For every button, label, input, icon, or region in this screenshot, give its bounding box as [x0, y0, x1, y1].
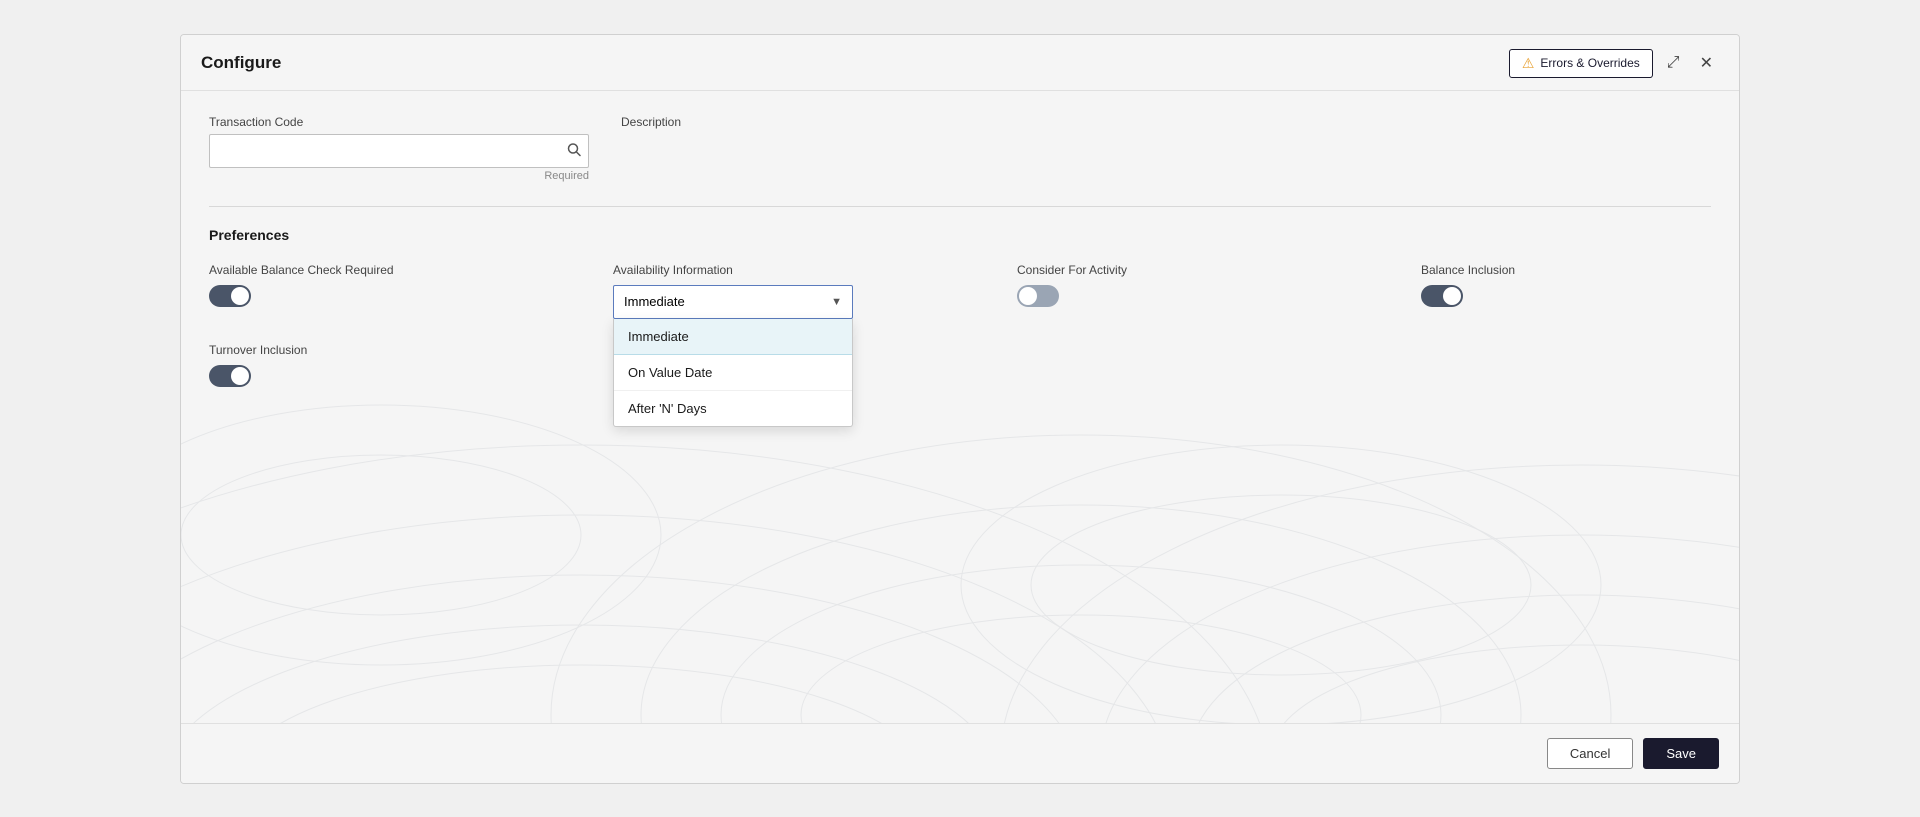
dropdown-item-value-date[interactable]: On Value Date — [614, 355, 852, 391]
preferences-row1: Available Balance Check Required Availab… — [209, 263, 1711, 319]
dropdown-arrow-icon: ▼ — [831, 296, 842, 308]
available-balance-pref: Available Balance Check Required — [209, 263, 589, 307]
modal-body: Transaction Code Required Description — [181, 91, 1739, 723]
availability-info-dropdown-wrapper: Immediate ▼ Immediate On Value Date Afte… — [613, 285, 993, 319]
close-button[interactable]: ✕ — [1694, 49, 1719, 77]
availability-info-label: Availability Information — [613, 263, 993, 277]
availability-dropdown-menu: Immediate On Value Date After 'N' Days — [613, 319, 853, 427]
available-balance-toggle-knob — [231, 287, 249, 305]
turnover-inclusion-toggle[interactable] — [209, 365, 251, 387]
description-field: Description — [621, 115, 1711, 182]
transaction-code-input[interactable] — [209, 134, 589, 168]
cancel-button[interactable]: Cancel — [1547, 738, 1633, 769]
consider-activity-pref: Consider For Activity — [1017, 263, 1397, 307]
balance-inclusion-pref: Balance Inclusion — [1421, 263, 1711, 307]
required-label: Required — [209, 170, 589, 182]
errors-overrides-button[interactable]: ⚠ Errors & Overrides — [1509, 49, 1653, 78]
available-balance-label: Available Balance Check Required — [209, 263, 589, 277]
consider-activity-toggle[interactable] — [1017, 285, 1059, 307]
modal-footer: Cancel Save — [181, 723, 1739, 783]
close-icon: ✕ — [1700, 53, 1713, 73]
consider-activity-label: Consider For Activity — [1017, 263, 1397, 277]
transaction-code-label: Transaction Code — [209, 115, 589, 129]
modal-header: Configure ⚠ Errors & Overrides ⤢ ✕ — [181, 35, 1739, 91]
available-balance-toggle[interactable] — [209, 285, 251, 307]
errors-button-label: Errors & Overrides — [1540, 56, 1639, 70]
dropdown-item-n-days[interactable]: After 'N' Days — [614, 391, 852, 426]
transaction-code-input-wrapper — [209, 134, 589, 168]
description-value-display — [621, 134, 1711, 168]
balance-inclusion-toggle[interactable] — [1421, 285, 1463, 307]
modal-title: Configure — [201, 53, 281, 73]
maximize-icon: ⤢ — [1667, 54, 1680, 72]
availability-info-pref: Availability Information Immediate ▼ Imm… — [613, 263, 993, 319]
warning-icon: ⚠ — [1522, 55, 1535, 72]
description-label: Description — [621, 115, 1711, 129]
preferences-row2: Turnover Inclusion — [209, 343, 1711, 387]
transaction-form-row: Transaction Code Required Description — [209, 115, 1711, 182]
balance-inclusion-toggle-knob — [1443, 287, 1461, 305]
turnover-inclusion-toggle-knob — [231, 367, 249, 385]
header-actions: ⚠ Errors & Overrides ⤢ ✕ — [1509, 49, 1719, 78]
dropdown-item-immediate[interactable]: Immediate — [614, 319, 852, 355]
availability-selected-value: Immediate — [624, 294, 685, 309]
maximize-button[interactable]: ⤢ — [1661, 50, 1686, 76]
availability-info-dropdown[interactable]: Immediate ▼ — [613, 285, 853, 319]
save-button[interactable]: Save — [1643, 738, 1719, 769]
preferences-title: Preferences — [209, 227, 1711, 243]
configure-modal: .topo { fill: none; stroke: #a0a8b0; str… — [180, 34, 1740, 784]
turnover-inclusion-pref: Turnover Inclusion — [209, 343, 589, 387]
turnover-inclusion-label: Turnover Inclusion — [209, 343, 589, 357]
consider-activity-toggle-knob — [1019, 287, 1037, 305]
balance-inclusion-label: Balance Inclusion — [1421, 263, 1711, 277]
section-divider — [209, 206, 1711, 207]
transaction-code-field: Transaction Code Required — [209, 115, 589, 182]
